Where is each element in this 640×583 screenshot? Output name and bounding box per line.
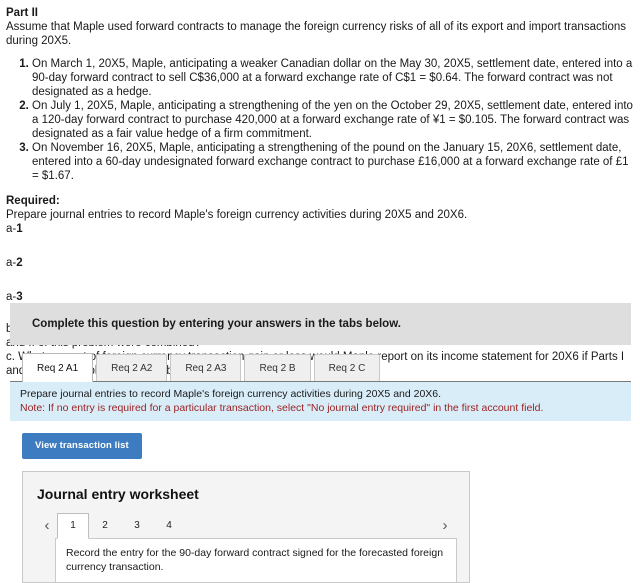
journal-entry-worksheet-title: Journal entry worksheet <box>37 486 199 502</box>
worksheet-page-1[interactable]: 1 <box>57 513 89 539</box>
tab-req-2-a1[interactable]: Req 2 A1 <box>22 353 94 382</box>
required-block: Required: Prepare journal entries to rec… <box>6 194 634 304</box>
instruction-warning-text: Note: If no entry is required for a part… <box>20 402 544 414</box>
answer-panel-header-text: Complete this question by entering your … <box>32 318 401 330</box>
instruction-text: Prepare journal entries to record Maple'… <box>20 388 442 400</box>
worksheet-pager: ‹ 1 2 3 4 › <box>37 512 455 539</box>
view-transaction-list-wrap: View transaction list <box>10 421 631 459</box>
tab-req-2-a3[interactable]: Req 2 A3 <box>170 354 242 381</box>
page-title: Part II <box>6 7 38 19</box>
facts-list: On March 1, 20X5, Maple, anticipating a … <box>6 57 634 183</box>
part-intro-text: Assume that Maple used forward contracts… <box>6 21 627 47</box>
chevron-left-icon[interactable]: ‹ <box>37 518 57 533</box>
tab-strip: Req 2 A1 Req 2 A2 Req 2 A3 Req 2 B Req 2… <box>22 351 631 382</box>
sub-label-a2: a-2 <box>6 257 23 269</box>
list-item: On November 16, 20X5, Maple, anticipatin… <box>32 141 634 183</box>
sub-label-a3: a-3 <box>6 291 23 303</box>
required-label: Required: <box>6 195 60 207</box>
sub-label-a1: a-1 <box>6 223 23 235</box>
worksheet-description: Record the entry for the 90-day forward … <box>55 538 457 583</box>
answer-panel-header: Complete this question by entering your … <box>10 303 631 345</box>
answer-panel: Complete this question by entering your … <box>10 303 631 583</box>
list-item: On July 1, 20X5, Maple, anticipating a s… <box>32 99 634 141</box>
journal-entry-worksheet-panel: Journal entry worksheet ‹ 1 2 3 4 › Reco… <box>22 471 470 583</box>
worksheet-page-4[interactable]: 4 <box>153 513 185 538</box>
tab-req-2-c[interactable]: Req 2 C <box>313 354 381 381</box>
required-text: Prepare journal entries to record Maple'… <box>6 209 468 221</box>
instruction-note-bar: Prepare journal entries to record Maple'… <box>10 381 631 421</box>
worksheet-page-2[interactable]: 2 <box>89 513 121 538</box>
view-transaction-list-button[interactable]: View transaction list <box>22 433 142 459</box>
worksheet-page-3[interactable]: 3 <box>121 513 153 538</box>
chevron-right-icon[interactable]: › <box>435 518 455 533</box>
list-item: On March 1, 20X5, Maple, anticipating a … <box>32 57 634 99</box>
tab-req-2-a2[interactable]: Req 2 A2 <box>96 354 168 381</box>
tab-req-2-b[interactable]: Req 2 B <box>244 354 311 381</box>
